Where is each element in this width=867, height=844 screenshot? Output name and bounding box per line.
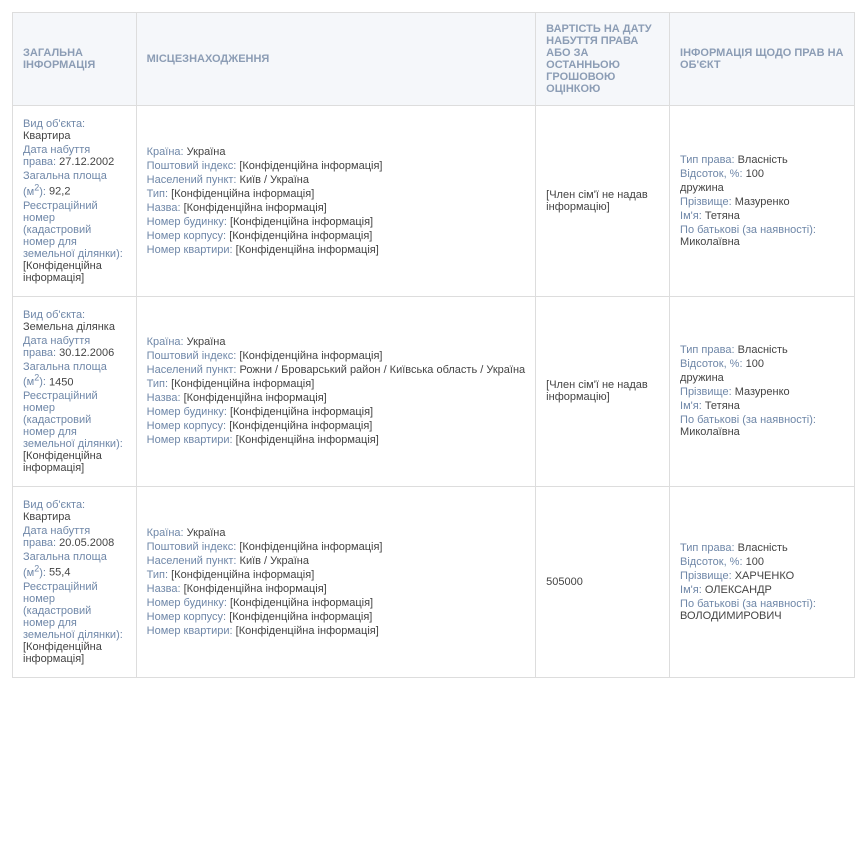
header-rights: ІНФОРМАЦІЯ ЩОДО ПРАВ НА ОБ'ЄКТ xyxy=(670,13,855,106)
cell-general: Вид об'єкта: Квартира Дата набуття права… xyxy=(13,106,137,297)
cell-cost: [Член сім'ї не надав інформацію] xyxy=(536,296,670,487)
cell-general: Вид об'єкта: Квартира Дата набуття права… xyxy=(13,487,137,678)
header-general: ЗАГАЛЬНА ІНФОРМАЦІЯ xyxy=(13,13,137,106)
header-cost: ВАРТІСТЬ НА ДАТУ НАБУТТЯ ПРАВА АБО ЗА ОС… xyxy=(536,13,670,106)
cell-location: Країна: Україна Поштовий індекс: [Конфід… xyxy=(136,487,536,678)
table-row: Вид об'єкта: Квартира Дата набуття права… xyxy=(13,106,855,297)
cell-rights: Тип права: Власність Відсоток, %: 100 др… xyxy=(670,106,855,297)
cell-general: Вид об'єкта: Земельна ділянка Дата набут… xyxy=(13,296,137,487)
property-table: ЗАГАЛЬНА ІНФОРМАЦІЯ МІСЦЕЗНАХОДЖЕННЯ ВАР… xyxy=(12,12,855,678)
table-row: Вид об'єкта: Квартира Дата набуття права… xyxy=(13,487,855,678)
cell-cost: [Член сім'ї не надав інформацію] xyxy=(536,106,670,297)
cell-location: Країна: Україна Поштовий індекс: [Конфід… xyxy=(136,106,536,297)
cell-rights: Тип права: Власність Відсоток, %: 100 Пр… xyxy=(670,487,855,678)
cell-rights: Тип права: Власність Відсоток, %: 100 др… xyxy=(670,296,855,487)
cell-cost: 505000 xyxy=(536,487,670,678)
cell-location: Країна: Україна Поштовий індекс: [Конфід… xyxy=(136,296,536,487)
table-row: Вид об'єкта: Земельна ділянка Дата набут… xyxy=(13,296,855,487)
header-location: МІСЦЕЗНАХОДЖЕННЯ xyxy=(136,13,536,106)
